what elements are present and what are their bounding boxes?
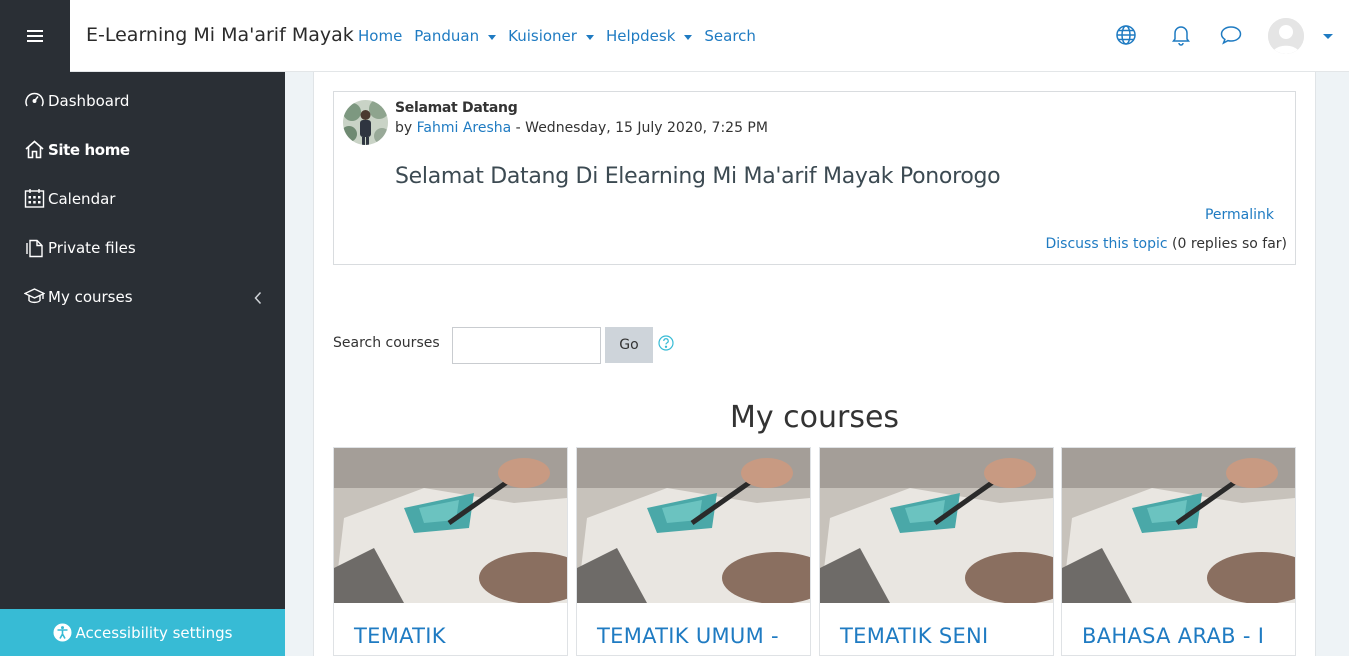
caret-down-icon <box>684 34 693 40</box>
post-subject: Selamat Datang <box>395 100 518 116</box>
course-image <box>577 448 810 603</box>
course-image <box>1062 448 1295 603</box>
chat-icon[interactable] <box>1219 24 1243 46</box>
menu-icon <box>27 30 43 42</box>
author-photo <box>343 100 388 145</box>
sidebar-item-dashboard[interactable]: Dashboard <box>24 90 129 111</box>
course-card[interactable]: TEMATIK <box>333 447 568 656</box>
sidebar-item-calendar[interactable]: Calendar <box>24 188 115 209</box>
discuss-topic-link[interactable]: Discuss this topic <box>1045 236 1167 252</box>
search-go-button[interactable]: Go <box>605 327 653 363</box>
discussion-footer: Discuss this topic (0 replies so far) <box>1045 236 1287 252</box>
chevron-left-icon[interactable] <box>253 291 263 305</box>
user-icon <box>1268 18 1304 54</box>
dashboard-icon <box>25 92 44 107</box>
course-name[interactable]: TEMATIK UMUM - <box>597 624 779 648</box>
sidebar-item-private-files[interactable]: Private files <box>24 237 136 258</box>
caret-down-icon <box>488 34 497 40</box>
nav-home[interactable]: Home <box>358 27 402 45</box>
author-link[interactable]: Fahmi Aresha <box>417 120 512 136</box>
course-card[interactable]: TEMATIK SENI <box>819 447 1054 656</box>
bell-icon[interactable] <box>1171 24 1191 46</box>
search-courses-label: Search courses <box>333 335 440 351</box>
accessibility-icon <box>53 623 72 642</box>
my-courses-heading: My courses <box>729 400 900 435</box>
graduation-cap-icon <box>24 288 45 304</box>
course-name[interactable]: BAHASA ARAB - I <box>1082 624 1264 648</box>
nav-helpdesk[interactable]: Helpdesk <box>606 27 693 45</box>
course-image <box>334 448 567 603</box>
permalink-link[interactable]: Permalink <box>1205 207 1274 223</box>
course-image <box>820 448 1053 603</box>
course-name[interactable]: TEMATIK <box>354 624 446 648</box>
caret-down-icon <box>585 34 594 40</box>
nav-kuisioner[interactable]: Kuisioner <box>508 27 594 45</box>
home-icon <box>25 140 44 159</box>
sidebar: Dashboard Site home Calendar Private fil… <box>0 72 285 656</box>
course-card[interactable]: TEMATIK UMUM - <box>576 447 811 656</box>
top-navbar: E-Learning Mi Ma'arif Mayak Home Panduan… <box>0 0 1349 72</box>
sidebar-item-site-home[interactable]: Site home <box>24 139 130 160</box>
search-courses-input[interactable] <box>452 327 601 364</box>
primary-nav: Home Panduan Kuisioner Helpdesk Search <box>358 27 768 45</box>
nav-panduan[interactable]: Panduan <box>414 27 497 45</box>
calendar-icon <box>24 189 45 208</box>
course-name[interactable]: TEMATIK SENI <box>840 624 989 648</box>
author-avatar[interactable] <box>343 100 388 145</box>
post-byline: by Fahmi Aresha - Wednesday, 15 July 202… <box>395 120 768 136</box>
nav-search[interactable]: Search <box>704 27 756 45</box>
help-icon[interactable] <box>658 335 674 351</box>
user-avatar[interactable] <box>1268 18 1304 54</box>
forum-post: Selamat Datang by Fahmi Aresha - Wednesd… <box>333 91 1296 265</box>
globe-icon[interactable] <box>1115 24 1137 46</box>
menu-toggle-button[interactable] <box>0 0 70 72</box>
accessibility-settings-button[interactable]: Accessibility settings <box>0 609 285 656</box>
files-icon <box>26 239 43 258</box>
user-menu-caret-icon[interactable] <box>1323 34 1333 39</box>
course-card[interactable]: BAHASA ARAB - I <box>1061 447 1296 656</box>
post-date: - Wednesday, 15 July 2020, 7:25 PM <box>511 120 768 136</box>
site-name[interactable]: E-Learning Mi Ma'arif Mayak <box>86 24 354 46</box>
post-message: Selamat Datang Di Elearning Mi Ma'arif M… <box>395 164 1001 189</box>
reply-count: (0 replies so far) <box>1172 236 1287 252</box>
sidebar-item-my-courses[interactable]: My courses <box>24 286 133 307</box>
